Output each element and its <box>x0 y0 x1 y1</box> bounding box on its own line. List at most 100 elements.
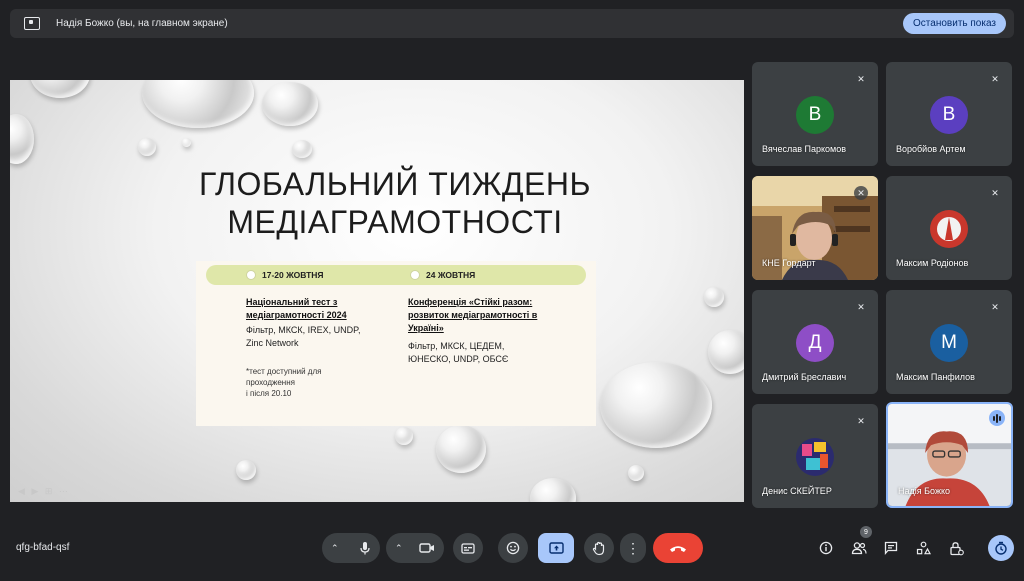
camera-control[interactable]: ⌃ <box>386 533 444 563</box>
more-options-button[interactable]: ⋮ <box>620 533 646 563</box>
raise-hand-icon <box>592 541 605 555</box>
raise-hand-button[interactable] <box>584 533 614 563</box>
event-date: 17-20 ЖОВТНЯ <box>262 270 324 280</box>
meeting-code: qfg-bfad-qsf <box>16 542 70 553</box>
event-title: Конференція «Стійкі разом: <box>408 297 533 307</box>
chat-button[interactable] <box>881 538 901 558</box>
present-screen-icon <box>24 17 40 30</box>
event-title: Національний тест з <box>246 297 338 307</box>
meet-window: Надія Божко (вы, на главном экране) Оста… <box>0 0 1024 581</box>
water-drop <box>236 460 256 480</box>
water-drop <box>182 138 191 147</box>
water-drop <box>530 478 576 502</box>
slide-title: ГЛОБАЛЬНИЙ ТИЖДЕНЬ <box>199 166 591 202</box>
participant-name: Максим Родіонов <box>896 258 969 268</box>
water-drop <box>138 138 156 156</box>
slide-title: МЕДІАГРАМОТНОСТІ <box>227 204 563 240</box>
shared-screen: ГЛОБАЛЬНИЙ ТИЖДЕНЬ МЕДІАГРАМОТНОСТІ 17-2… <box>10 80 744 502</box>
water-drop <box>30 80 90 98</box>
participant-tile[interactable]: ✕ М Максим Панфилов <box>886 290 1012 394</box>
presenting-banner: Надія Божко (вы, на главном экране) Оста… <box>10 9 1014 38</box>
participant-tile[interactable]: ✕ В Вячеслав Паркомов <box>752 62 878 166</box>
banner-text: Надія Божко (вы, на главном экране) <box>56 18 228 29</box>
timer-icon <box>995 541 1007 555</box>
event-organizers: Zinc Network <box>246 338 299 348</box>
event-note: і після 20.10 <box>246 389 292 398</box>
lock-person-icon <box>949 541 964 555</box>
leave-call-icon <box>670 545 686 552</box>
participant-name: Воробйов Артем <box>896 144 966 154</box>
mic-icon[interactable] <box>359 541 371 555</box>
participants-count-badge: 9 <box>860 526 872 538</box>
emoji-button[interactable] <box>498 533 528 563</box>
mic-off-icon: ✕ <box>857 73 865 84</box>
mic-off-icon: ✕ <box>857 301 865 312</box>
participant-tile[interactable]: ✕ Д Дмитрий Бреславич <box>752 290 878 394</box>
water-drop <box>262 82 318 126</box>
present-icon <box>548 542 564 554</box>
captions-button[interactable] <box>453 533 483 563</box>
info-icon <box>819 541 833 555</box>
participant-tile[interactable]: ✕ КНЕ Гордарт <box>752 176 878 280</box>
event-organizers: Фільтр, МКСК, ЦЕДЕМ, <box>408 341 505 351</box>
water-drop <box>628 465 644 481</box>
avatar: М <box>930 324 968 362</box>
event-title: Україні» <box>408 323 444 333</box>
host-controls-button[interactable] <box>946 538 966 558</box>
event-organizers: Фільтр, МКСК, IREX, UNDP, <box>246 325 361 335</box>
stop-presenting-button[interactable]: Остановить показ <box>903 13 1006 34</box>
avatar: В <box>796 96 834 134</box>
chevron-up-icon[interactable]: ⌃ <box>395 543 403 554</box>
meeting-details-button[interactable] <box>816 538 836 558</box>
water-drop <box>395 427 413 445</box>
participant-tile-self[interactable]: Надія Божко <box>886 402 1013 508</box>
timer-button[interactable] <box>988 535 1014 561</box>
bullet-icon <box>410 270 420 280</box>
leave-call-button[interactable] <box>653 533 703 563</box>
mic-off-icon: ✕ <box>857 415 865 426</box>
more-icon: ⋮ <box>626 540 640 556</box>
participant-name: Максим Панфилов <box>896 372 975 382</box>
activities-icon <box>916 541 931 555</box>
people-button[interactable] <box>849 538 869 558</box>
mic-off-icon: ✕ <box>991 73 999 84</box>
event-note: проходження <box>246 378 295 387</box>
event-organizers: ЮНЕСКО, UNDP, ОБСЄ <box>408 354 509 364</box>
participant-name: Дмитрий Бреславич <box>762 372 847 382</box>
emoji-icon <box>506 541 520 555</box>
water-drop <box>436 425 486 473</box>
participant-tile[interactable]: ✕ В Воробйов Артем <box>886 62 1012 166</box>
chat-icon <box>884 541 898 555</box>
water-drop <box>292 140 312 158</box>
participant-name: Надія Божко <box>898 486 951 496</box>
mic-control[interactable]: ⌃ <box>322 533 380 563</box>
participant-name: КНЕ Гордарт <box>762 258 816 268</box>
present-button[interactable] <box>538 533 574 563</box>
bullet-icon <box>246 270 256 280</box>
participant-tile[interactable]: ✕ Денис СКЕЙТЕР <box>752 404 878 508</box>
mic-off-icon: ✕ <box>854 186 868 200</box>
participant-name: Вячеслав Паркомов <box>762 144 847 154</box>
event-title: медіаграмотності 2024 <box>246 310 347 320</box>
avatar <box>796 438 834 476</box>
water-drop <box>704 287 724 307</box>
camera-icon[interactable] <box>419 542 435 554</box>
participant-tile[interactable]: ✕ Максим Родіонов <box>886 176 1012 280</box>
activities-button[interactable] <box>913 538 933 558</box>
captions-icon <box>461 542 475 554</box>
chevron-up-icon[interactable]: ⌃ <box>331 543 339 554</box>
event-date: 24 ЖОВТНЯ <box>426 270 476 280</box>
speaking-indicator-icon <box>989 410 1005 426</box>
avatar <box>930 210 968 248</box>
slide-navigation-controls[interactable]: ◀ ▶ ⊞ ⋯ <box>18 486 70 497</box>
mic-off-icon: ✕ <box>991 187 999 198</box>
water-drop <box>600 362 712 448</box>
participant-name: Денис СКЕЙТЕР <box>762 486 832 496</box>
people-icon <box>851 542 867 555</box>
water-drop <box>142 80 254 128</box>
mic-off-icon: ✕ <box>991 301 999 312</box>
avatar: В <box>930 96 968 134</box>
event-title: розвиток медіаграмотності в <box>408 310 538 320</box>
events-card: 17-20 ЖОВТНЯ 24 ЖОВТНЯ Національний тест… <box>196 261 596 426</box>
water-drop <box>10 114 34 164</box>
